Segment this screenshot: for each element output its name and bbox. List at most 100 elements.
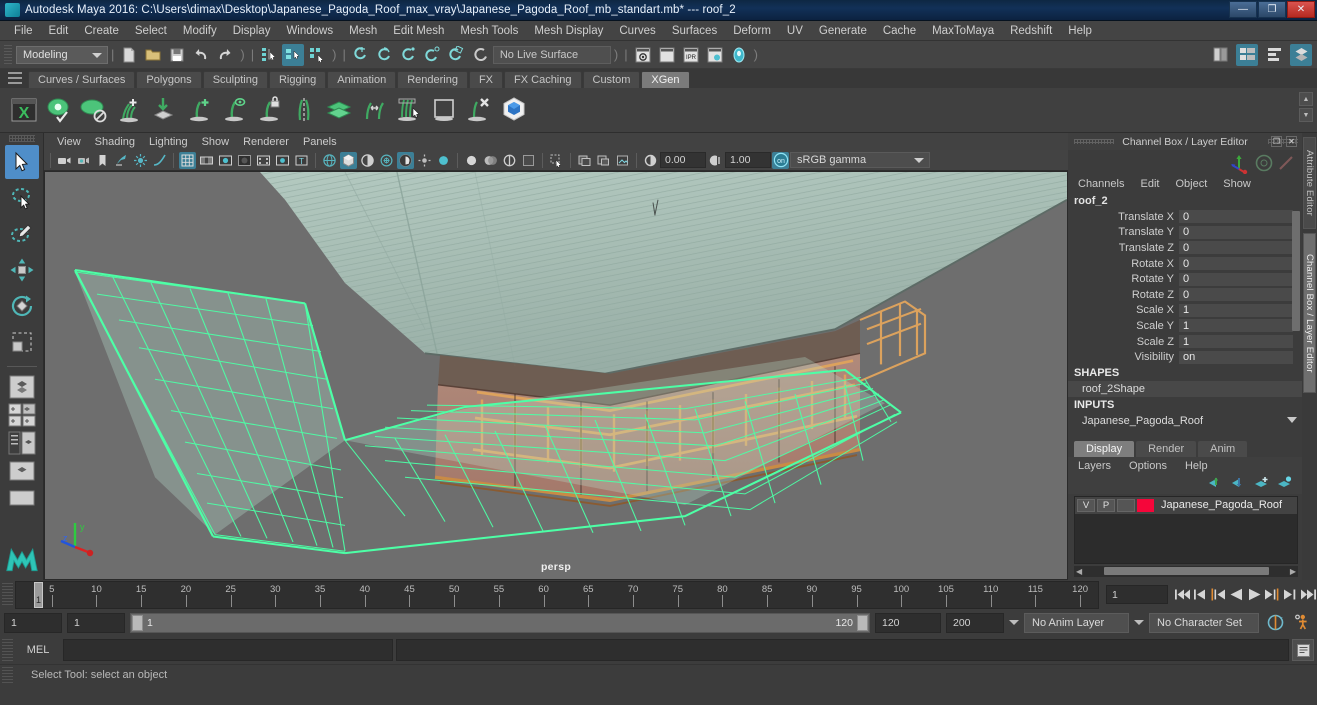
persp-graph-layout-icon[interactable] <box>6 458 38 484</box>
layer-list-hscrollbar[interactable]: ◀ ▶ <box>1074 565 1298 577</box>
shelf-scroll-up-icon[interactable]: ▲ <box>1299 92 1313 106</box>
play-forwards-icon[interactable] <box>1245 585 1263 604</box>
toolbox-grip[interactable] <box>8 135 35 142</box>
playback-start-time-field[interactable]: 1 <box>67 612 125 633</box>
chevron-down-icon[interactable] <box>1134 620 1144 625</box>
hypershade-persp-layout-icon[interactable] <box>6 486 38 512</box>
menu-select[interactable]: Select <box>127 23 175 39</box>
menu-curves[interactable]: Curves <box>611 23 663 39</box>
shelf-tab-curves-surfaces[interactable]: Curves / Surfaces <box>28 71 136 88</box>
attribute-row[interactable]: Rotate X 0 <box>1068 256 1302 272</box>
menu-edit[interactable]: Edit <box>41 23 77 39</box>
current-frame-field[interactable]: 1 <box>1106 585 1168 604</box>
bookmarks-icon[interactable] <box>75 152 92 169</box>
command-language-label[interactable]: MEL <box>16 644 60 656</box>
select-region-icon[interactable] <box>548 152 565 169</box>
xgen-freeze-guide-icon[interactable] <box>252 94 285 127</box>
perspective-viewport[interactable]: y z persp <box>44 171 1068 580</box>
menu-mesh-tools[interactable]: Mesh Tools <box>452 23 526 39</box>
gamma-field[interactable]: 1.00 <box>725 152 771 168</box>
channel-menu-object[interactable]: Object <box>1175 178 1207 190</box>
xgen-preview-icon[interactable] <box>42 94 75 127</box>
animation-end-time-field[interactable]: 200 <box>946 612 1004 633</box>
step-back-keyframe-icon[interactable] <box>1191 585 1209 604</box>
attr-value[interactable]: 1 <box>1179 319 1293 333</box>
ipr-render-icon[interactable]: IPR <box>680 44 702 66</box>
time-slider[interactable]: 1 5 10 15 20 25 30 35 40 45 50 55 60 65 70 75 80 85 90 95 1… <box>15 580 1099 609</box>
undock-panel-icon[interactable]: ❐ <box>1271 136 1282 147</box>
attr-value[interactable]: 0 <box>1179 288 1293 302</box>
exposure-field[interactable]: 0.00 <box>660 152 706 168</box>
layer-menu-options[interactable]: Options <box>1129 460 1167 472</box>
shelf-tab-rendering[interactable]: Rendering <box>397 71 468 88</box>
smooth-shade-all-icon[interactable] <box>340 151 357 169</box>
make-live-icon[interactable] <box>470 44 492 66</box>
tab-channel-box-layer-editor[interactable]: Channel Box / Layer Editor <box>1303 233 1316 393</box>
snap-to-curve-icon[interactable] <box>374 44 396 66</box>
film-gate-icon[interactable] <box>198 152 215 169</box>
image-plane-icon[interactable] <box>94 152 111 169</box>
shadows-toggle-icon[interactable] <box>397 151 414 169</box>
layer-playback-toggle[interactable]: P <box>1097 498 1115 512</box>
attribute-row[interactable]: Translate Y 0 <box>1068 225 1302 241</box>
menu-surfaces[interactable]: Surfaces <box>664 23 725 39</box>
animation-preferences-icon[interactable] <box>1291 613 1313 633</box>
xray-mode-icon[interactable] <box>501 152 518 169</box>
menu-edit-mesh[interactable]: Edit Mesh <box>385 23 452 39</box>
chevron-down-icon[interactable] <box>1287 416 1297 423</box>
gate-mask-icon[interactable] <box>236 152 253 169</box>
exposure-icon[interactable] <box>642 152 659 169</box>
layer-menu-layers[interactable]: Layers <box>1078 460 1111 472</box>
attribute-row[interactable]: Rotate Y 0 <box>1068 271 1302 287</box>
show-hide-attribute-editor-icon[interactable] <box>1236 43 1258 66</box>
viewport-menu-lighting[interactable]: Lighting <box>142 135 195 149</box>
xgen-window-icon[interactable]: X <box>7 94 40 127</box>
shelf-tab-polygons[interactable]: Polygons <box>136 71 202 88</box>
hardware-texturing-icon[interactable] <box>359 152 376 169</box>
menu-deform[interactable]: Deform <box>725 23 779 39</box>
render-current-frame-icon[interactable] <box>632 44 654 66</box>
layer-row[interactable]: V P Japanese_Pagoda_Roof <box>1075 496 1297 514</box>
range-left-handle[interactable] <box>132 614 143 631</box>
step-back-frame-icon[interactable] <box>1209 585 1227 604</box>
viewport-menu-view[interactable]: View <box>50 135 88 149</box>
single-perspective-layout-icon[interactable] <box>6 374 38 400</box>
animation-start-time-field[interactable]: 1 <box>4 612 62 633</box>
attr-value[interactable]: 0 <box>1179 272 1293 286</box>
hscroll-thumb[interactable] <box>1103 567 1269 576</box>
menu-display[interactable]: Display <box>225 23 279 39</box>
menu-cache[interactable]: Cache <box>875 23 924 39</box>
shapes-item[interactable]: roof_2Shape <box>1068 380 1302 397</box>
play-backwards-icon[interactable] <box>1227 585 1245 604</box>
snap-to-grid-icon[interactable] <box>350 44 372 66</box>
shelf-tab-fx[interactable]: FX <box>468 71 504 88</box>
tab-render[interactable]: Render <box>1136 440 1197 457</box>
select-camera-icon[interactable] <box>56 152 73 169</box>
menu-windows[interactable]: Windows <box>278 23 341 39</box>
hypershade-icon[interactable] <box>728 44 750 66</box>
shelf-tab-custom[interactable]: Custom <box>582 71 641 88</box>
step-forward-frame-icon[interactable] <box>1263 585 1281 604</box>
show-hide-channel-box-icon[interactable] <box>1290 43 1312 66</box>
shelf-menu-icon[interactable] <box>8 72 22 86</box>
close-button[interactable]: ✕ <box>1287 1 1315 18</box>
status-bar-grip[interactable] <box>2 666 13 683</box>
attribute-row[interactable]: Visibility on <box>1068 349 1302 365</box>
color-management-select[interactable]: sRGB gamma <box>790 152 930 168</box>
menu-mesh-display[interactable]: Mesh Display <box>526 23 611 39</box>
live-surface-field[interactable]: No Live Surface <box>492 45 611 64</box>
maximize-button[interactable]: ❐ <box>1258 1 1286 18</box>
attribute-row[interactable]: Scale Z 1 <box>1068 334 1302 350</box>
use-default-lighting-icon[interactable] <box>378 152 395 169</box>
lasso-select-tool[interactable] <box>5 181 39 215</box>
script-editor-icon[interactable] <box>1292 639 1314 661</box>
channel-menu-show[interactable]: Show <box>1223 178 1251 190</box>
menu-create[interactable]: Create <box>76 23 127 39</box>
motion-blur-icon[interactable] <box>416 152 433 169</box>
step-forward-keyframe-icon[interactable] <box>1281 585 1299 604</box>
irpr-render-icon[interactable] <box>656 44 678 66</box>
new-scene-icon[interactable] <box>118 44 140 66</box>
menu-set-selector[interactable]: Modeling <box>16 45 108 64</box>
viewport-menu-panels[interactable]: Panels <box>296 135 344 149</box>
shadows-icon[interactable] <box>132 152 149 169</box>
